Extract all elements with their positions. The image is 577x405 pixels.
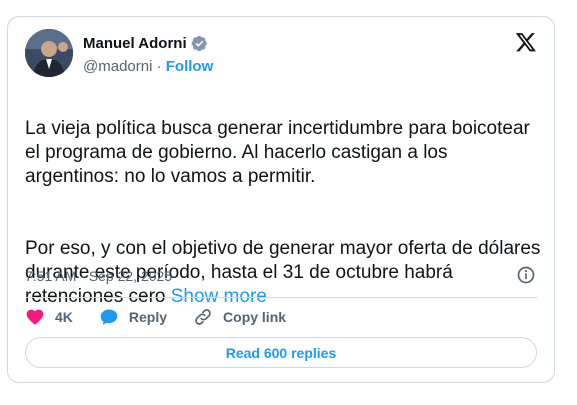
link-icon <box>195 309 211 325</box>
like-button[interactable]: 4K <box>25 307 73 327</box>
like-count: 4K <box>55 309 73 325</box>
read-replies-button[interactable]: Read 600 replies <box>25 337 537 368</box>
author-name-row: Manuel Adorni <box>83 35 208 52</box>
handle-separator: · <box>156 58 162 75</box>
author-name[interactable]: Manuel Adorni <box>83 35 187 52</box>
tweet-card: Manuel Adorni @madorni · Follow La vieja… <box>7 16 555 383</box>
divider <box>25 297 537 298</box>
x-logo-icon[interactable] <box>515 31 537 53</box>
author-handle[interactable]: @madorni <box>83 58 152 75</box>
tweet-timestamp[interactable]: 7:51 AM · Sep 22, 2025 <box>25 268 172 284</box>
heart-icon <box>26 309 44 325</box>
action-bar: 4K Reply Copy link <box>25 307 312 327</box>
reply-bubble-icon <box>100 309 118 325</box>
copy-link-button[interactable]: Copy link <box>193 307 286 327</box>
verified-badge-icon <box>191 35 208 52</box>
tweet-text-paragraph-1: La vieja política busca generar incertid… <box>25 118 530 187</box>
follow-button[interactable]: Follow <box>166 58 214 75</box>
copy-link-label: Copy link <box>223 309 287 325</box>
avatar[interactable] <box>25 29 73 77</box>
info-icon[interactable] <box>516 265 536 285</box>
reply-label: Reply <box>128 309 168 325</box>
reply-button[interactable]: Reply <box>99 307 167 327</box>
author-handle-row: @madorni · Follow <box>83 58 213 75</box>
